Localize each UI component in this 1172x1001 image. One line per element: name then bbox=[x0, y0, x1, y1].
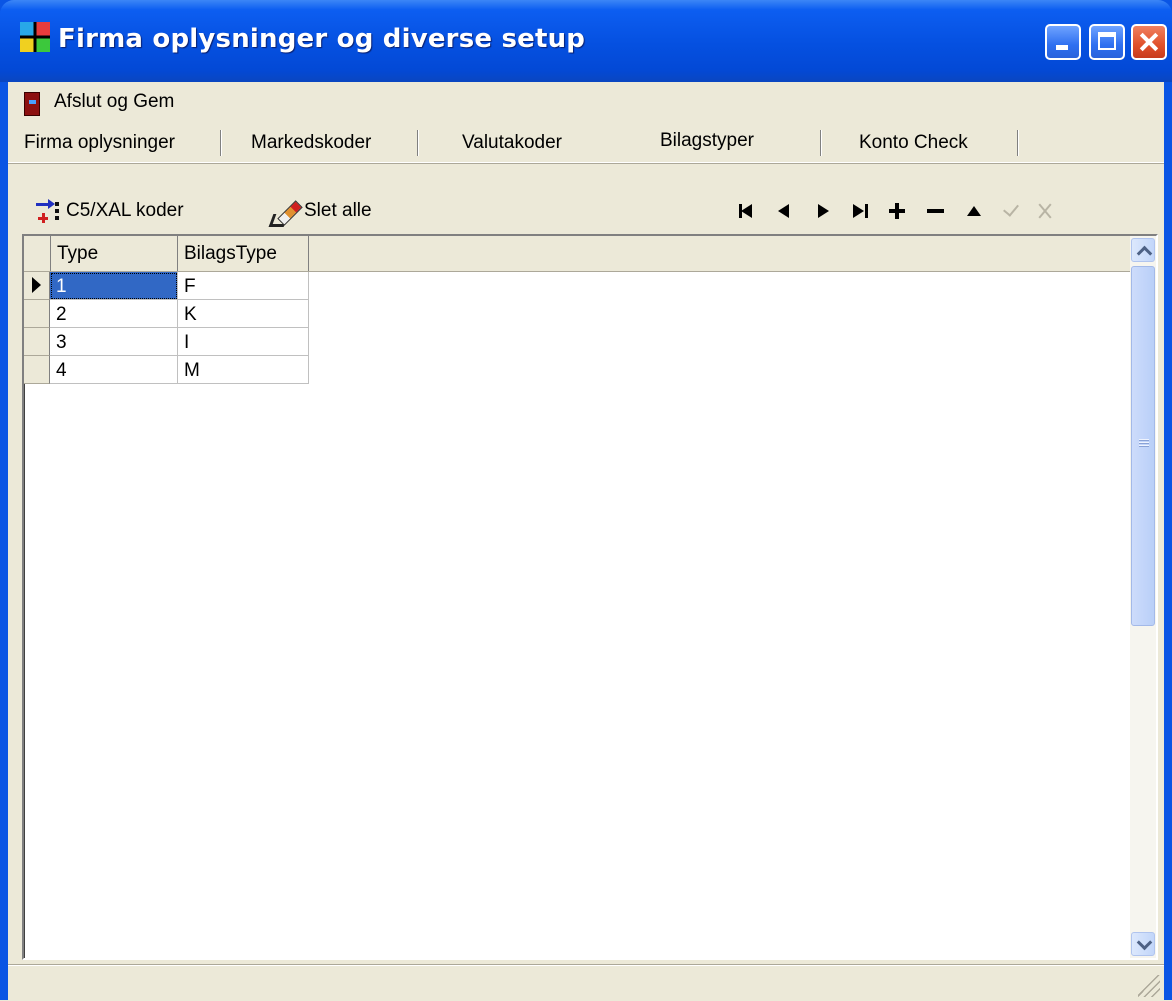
prior-record-button[interactable] bbox=[770, 198, 798, 224]
cell-type[interactable]: 4 bbox=[50, 356, 178, 384]
row-indicator[interactable] bbox=[24, 356, 50, 384]
cell-bilagstype[interactable]: F bbox=[178, 272, 309, 300]
header-indicator bbox=[24, 236, 51, 271]
current-row-arrow-icon bbox=[32, 277, 41, 293]
chevron-down-icon bbox=[1136, 934, 1153, 951]
first-icon-arrow bbox=[741, 204, 752, 218]
scroll-up-button[interactable] bbox=[1131, 238, 1155, 262]
edit-record-button[interactable] bbox=[960, 198, 988, 224]
close-button[interactable] bbox=[1131, 24, 1167, 60]
column-header-type[interactable]: Type bbox=[51, 236, 178, 271]
minimize-icon bbox=[1056, 45, 1068, 50]
tab-strip: Firma oplysninger Markedskoder Valutakod… bbox=[8, 124, 1164, 164]
scroll-thumb[interactable] bbox=[1131, 266, 1155, 626]
next-icon bbox=[818, 204, 829, 218]
column-header-label: Type bbox=[57, 243, 99, 264]
last-icon-bar bbox=[865, 204, 868, 218]
last-icon bbox=[853, 204, 864, 218]
cell-value: 4 bbox=[56, 360, 67, 381]
status-bar bbox=[8, 964, 1164, 1001]
cell-value: K bbox=[184, 304, 197, 325]
delete-record-button[interactable] bbox=[922, 198, 950, 224]
last-record-button[interactable] bbox=[846, 198, 874, 224]
app-window: Firma oplysninger og diverse setup Afslu… bbox=[0, 0, 1172, 1000]
tab-baseline-shadow bbox=[8, 163, 1164, 164]
maximize-icon bbox=[1098, 32, 1116, 50]
close-icon bbox=[1133, 26, 1165, 58]
first-record-button[interactable] bbox=[732, 198, 760, 224]
cell-value: 1 bbox=[56, 276, 67, 297]
tab-label: Valutakoder bbox=[462, 132, 562, 153]
window-title: Firma oplysninger og diverse setup bbox=[58, 24, 586, 54]
eraser-icon bbox=[268, 198, 303, 227]
cancel-edit-button[interactable] bbox=[1032, 198, 1060, 224]
table-row[interactable]: 2 K bbox=[24, 300, 314, 328]
minimize-button[interactable] bbox=[1045, 24, 1081, 60]
prior-icon bbox=[778, 204, 789, 218]
column-header-label: BilagsType bbox=[184, 243, 277, 264]
exit-save-menu-item[interactable]: Afslut og Gem bbox=[22, 86, 222, 116]
cell-value: 2 bbox=[56, 304, 67, 325]
table-row[interactable]: 3 I bbox=[24, 328, 314, 356]
c5-xal-codes-label: C5/XAL koder bbox=[66, 200, 184, 221]
row-indicator[interactable] bbox=[24, 272, 50, 300]
insert-record-button[interactable] bbox=[884, 198, 912, 224]
title-bar[interactable]: Firma oplysninger og diverse setup bbox=[0, 0, 1172, 82]
cell-type[interactable]: 1 bbox=[50, 272, 178, 300]
door-icon bbox=[24, 92, 40, 116]
cell-bilagstype[interactable]: M bbox=[178, 356, 309, 384]
scroll-down-button[interactable] bbox=[1131, 932, 1155, 956]
table-row[interactable]: 4 M bbox=[24, 356, 314, 384]
c5-xal-codes-button[interactable]: C5/XAL koder bbox=[8, 194, 228, 228]
next-record-button[interactable] bbox=[808, 198, 836, 224]
cell-value: M bbox=[184, 360, 200, 381]
cell-type[interactable]: 2 bbox=[50, 300, 178, 328]
tab-valutakoder[interactable]: Valutakoder bbox=[418, 124, 626, 162]
cell-value: F bbox=[184, 276, 196, 297]
client-area: Afslut og Gem Firma oplysninger Markedsk… bbox=[8, 82, 1164, 1000]
menu-bar: Afslut og Gem bbox=[8, 82, 1164, 120]
check-icon bbox=[1003, 200, 1019, 217]
tab-label: Konto Check bbox=[859, 132, 968, 153]
app-icon[interactable] bbox=[20, 22, 50, 52]
tab-konto-check[interactable]: Konto Check bbox=[821, 124, 1017, 162]
tab-label: Firma oplysninger bbox=[24, 132, 175, 153]
cell-value: I bbox=[184, 332, 190, 353]
tab-bilagstyper[interactable]: Bilagstyper bbox=[626, 124, 820, 162]
cell-bilagstype[interactable]: K bbox=[178, 300, 309, 328]
exit-save-label: Afslut og Gem bbox=[54, 91, 175, 112]
tab-label: Bilagstyper bbox=[660, 130, 754, 151]
delete-all-label: Slet alle bbox=[304, 200, 372, 221]
cell-type[interactable]: 3 bbox=[50, 328, 178, 356]
tab-label: Markedskoder bbox=[251, 132, 372, 153]
tab-separator bbox=[1017, 130, 1018, 156]
up-arrow-icon bbox=[967, 206, 981, 216]
row-indicator[interactable] bbox=[24, 328, 50, 356]
column-header-bilagstype[interactable]: BilagsType bbox=[178, 236, 309, 271]
row-indicator[interactable] bbox=[24, 300, 50, 328]
grip-icon bbox=[1139, 439, 1149, 448]
cell-value: 3 bbox=[56, 332, 67, 353]
resize-grip-icon[interactable] bbox=[1138, 975, 1160, 997]
import-codes-icon bbox=[36, 199, 62, 224]
toolbar: C5/XAL koder Slet alle bbox=[8, 194, 1164, 230]
cell-bilagstype[interactable]: I bbox=[178, 328, 309, 356]
post-edit-button[interactable] bbox=[996, 198, 1024, 224]
vertical-scrollbar[interactable] bbox=[1130, 236, 1156, 958]
grid-header: Type BilagsType bbox=[24, 236, 1132, 272]
table-row[interactable]: 1 F bbox=[24, 272, 314, 300]
chevron-up-icon bbox=[1136, 245, 1153, 262]
maximize-button[interactable] bbox=[1089, 24, 1125, 60]
data-grid[interactable]: Type BilagsType 1 F 2 K 3 I 4 M bbox=[22, 234, 1158, 960]
minus-icon bbox=[927, 209, 944, 213]
tab-firma-oplysninger[interactable]: Firma oplysninger bbox=[8, 124, 220, 162]
tab-markedskoder[interactable]: Markedskoder bbox=[221, 124, 417, 162]
